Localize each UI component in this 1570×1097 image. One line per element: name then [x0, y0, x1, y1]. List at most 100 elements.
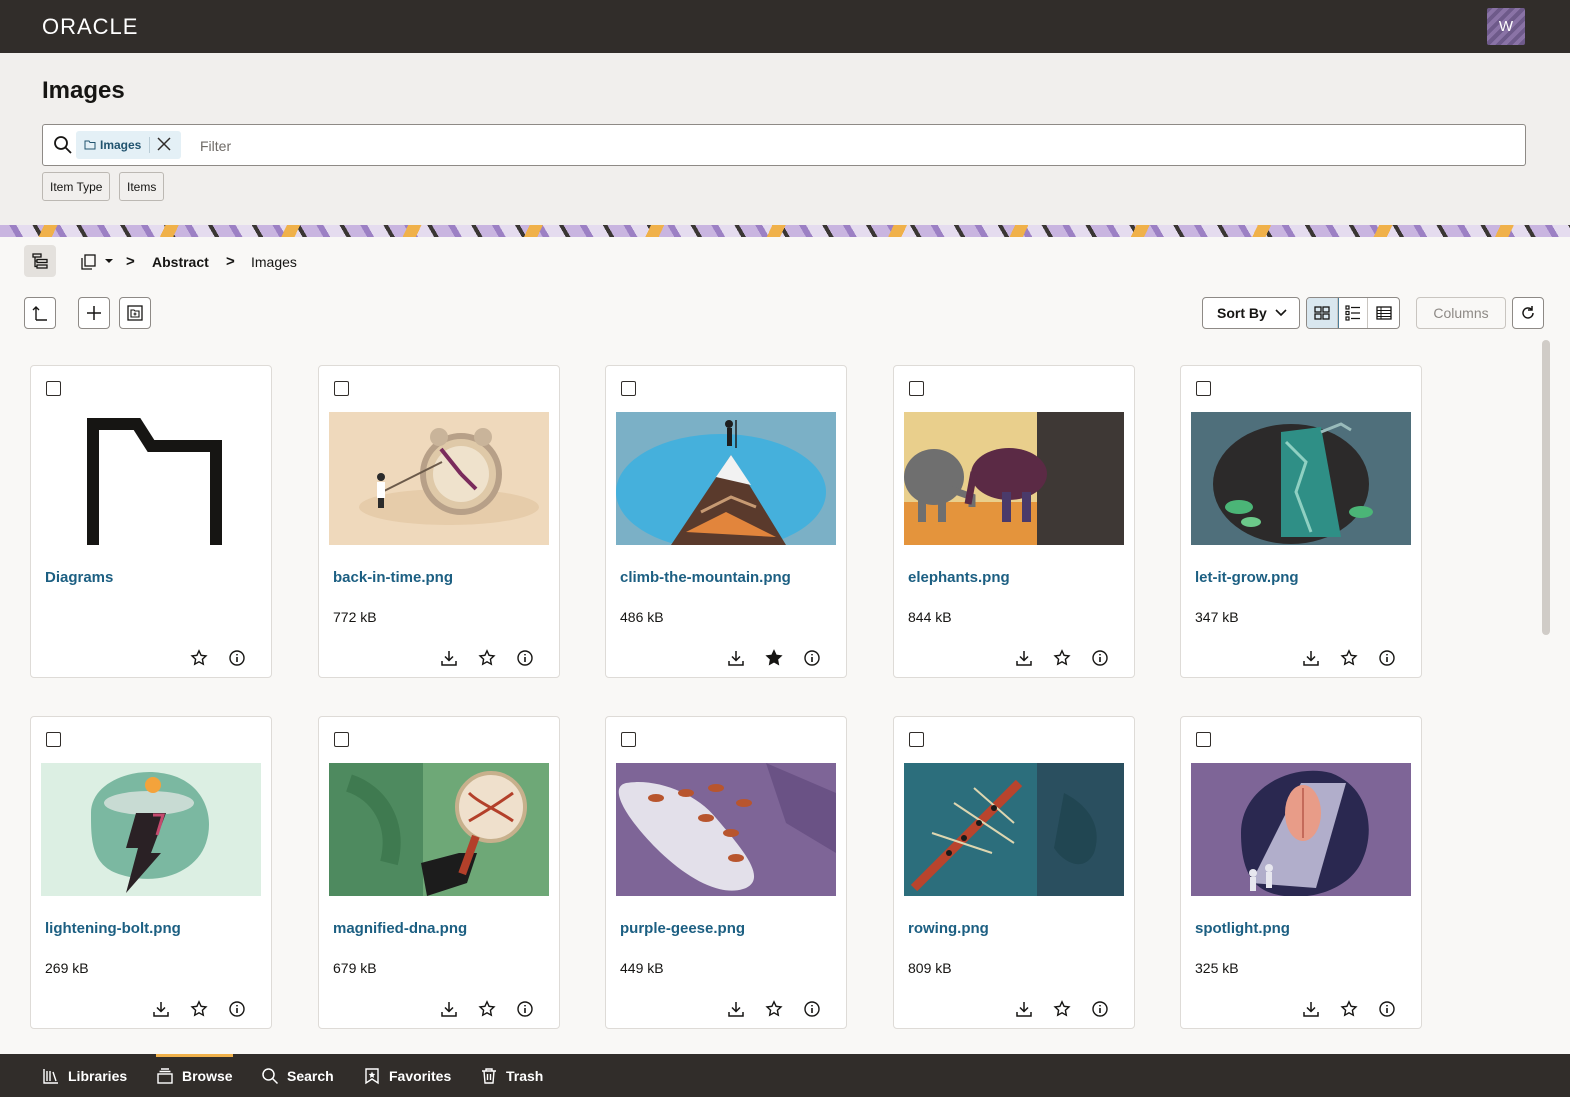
facet-items[interactable]: Items — [119, 172, 165, 201]
image-thumbnail[interactable] — [41, 763, 261, 896]
star-icon[interactable] — [190, 649, 208, 667]
image-thumbnail[interactable] — [1191, 412, 1411, 545]
info-icon[interactable] — [803, 649, 821, 667]
image-thumbnail[interactable] — [329, 412, 549, 545]
info-icon[interactable] — [516, 1000, 534, 1018]
info-icon[interactable] — [1378, 1000, 1396, 1018]
item-card[interactable]: climb-the-mountain.png 486 kB — [605, 365, 847, 678]
item-card[interactable]: spotlight.png 325 kB — [1180, 716, 1422, 1029]
item-card[interactable]: let-it-grow.png 347 kB — [1180, 365, 1422, 678]
tree-toggle-button[interactable] — [24, 245, 56, 277]
libraries-icon — [81, 254, 113, 270]
image-thumbnail[interactable] — [329, 763, 549, 896]
breadcrumb-abstract[interactable]: Abstract — [152, 254, 209, 270]
select-checkbox[interactable] — [621, 732, 636, 747]
close-icon[interactable] — [156, 136, 172, 152]
star-icon[interactable] — [478, 649, 496, 667]
download-icon[interactable] — [1302, 649, 1320, 667]
page-title: Images — [42, 77, 125, 104]
nav-search[interactable]: Search — [261, 1054, 334, 1097]
item-name[interactable]: magnified-dna.png — [333, 920, 467, 937]
columns-button[interactable]: Columns — [1416, 297, 1506, 329]
nav-libraries[interactable]: Libraries — [42, 1054, 127, 1097]
item-name[interactable]: back-in-time.png — [333, 569, 453, 586]
star-icon[interactable] — [1053, 1000, 1071, 1018]
select-checkbox[interactable] — [334, 732, 349, 747]
search-bar[interactable]: Images — [42, 124, 1526, 166]
select-checkbox[interactable] — [909, 381, 924, 396]
select-checkbox[interactable] — [1196, 381, 1211, 396]
breadcrumb-menu-button[interactable] — [80, 252, 116, 272]
star-icon[interactable] — [765, 1000, 783, 1018]
download-icon[interactable] — [1015, 649, 1033, 667]
item-card[interactable]: purple-geese.png 449 kB — [605, 716, 847, 1029]
info-icon[interactable] — [1378, 649, 1396, 667]
download-icon[interactable] — [1302, 1000, 1320, 1018]
table-icon — [1376, 306, 1392, 320]
info-icon[interactable] — [228, 1000, 246, 1018]
list-view-button[interactable] — [1338, 298, 1369, 328]
item-name[interactable]: rowing.png — [908, 920, 989, 937]
image-thumbnail[interactable] — [904, 763, 1124, 896]
download-icon[interactable] — [727, 1000, 745, 1018]
nav-browse[interactable]: Browse — [156, 1054, 233, 1097]
image-thumbnail[interactable] — [904, 412, 1124, 545]
download-icon[interactable] — [727, 649, 745, 667]
table-view-button[interactable] — [1368, 298, 1399, 328]
image-thumbnail[interactable] — [1191, 763, 1411, 896]
item-card[interactable]: rowing.png 809 kB — [893, 716, 1135, 1029]
item-card[interactable]: lightening-bolt.png 269 kB — [30, 716, 272, 1029]
info-icon[interactable] — [516, 649, 534, 667]
item-name[interactable]: Diagrams — [45, 569, 113, 586]
add-folder-icon — [127, 305, 143, 321]
star-filled-icon[interactable] — [765, 649, 783, 667]
image-thumbnail[interactable] — [616, 412, 836, 545]
item-name[interactable]: elephants.png — [908, 569, 1010, 586]
select-checkbox[interactable] — [621, 381, 636, 396]
item-name[interactable]: climb-the-mountain.png — [620, 569, 791, 586]
image-thumbnail[interactable] — [616, 763, 836, 896]
vertical-scrollbar[interactable] — [1542, 340, 1550, 635]
item-name[interactable]: let-it-grow.png — [1195, 569, 1299, 586]
filter-input[interactable] — [200, 133, 1500, 159]
item-name[interactable]: spotlight.png — [1195, 920, 1290, 937]
star-icon[interactable] — [1340, 1000, 1358, 1018]
nav-favorites[interactable]: Favorites — [363, 1054, 451, 1097]
download-icon[interactable] — [440, 649, 458, 667]
item-name[interactable]: lightening-bolt.png — [45, 920, 181, 937]
select-checkbox[interactable] — [1196, 732, 1211, 747]
item-card[interactable]: elephants.png 844 kB — [893, 365, 1135, 678]
grid-view-button[interactable] — [1307, 298, 1339, 328]
select-checkbox[interactable] — [909, 732, 924, 747]
sort-by-button[interactable]: Sort By — [1202, 297, 1300, 329]
select-checkbox[interactable] — [46, 732, 61, 747]
info-icon[interactable] — [228, 649, 246, 667]
info-icon[interactable] — [1091, 1000, 1109, 1018]
item-card[interactable]: magnified-dna.png 679 kB — [318, 716, 560, 1029]
item-name[interactable]: purple-geese.png — [620, 920, 745, 937]
refresh-button[interactable] — [1512, 297, 1544, 329]
item-size: 772 kB — [333, 609, 377, 625]
item-card[interactable]: back-in-time.png 772 kB — [318, 365, 560, 678]
add-button[interactable] — [78, 297, 110, 329]
select-checkbox[interactable] — [46, 381, 61, 396]
star-icon[interactable] — [190, 1000, 208, 1018]
new-folder-button[interactable] — [119, 297, 151, 329]
download-icon[interactable] — [1015, 1000, 1033, 1018]
select-checkbox[interactable] — [334, 381, 349, 396]
info-icon[interactable] — [803, 1000, 821, 1018]
facet-item-type[interactable]: Item Type — [42, 172, 111, 201]
star-icon[interactable] — [478, 1000, 496, 1018]
info-icon[interactable] — [1091, 649, 1109, 667]
list-icon — [1344, 305, 1360, 321]
download-icon[interactable] — [152, 1000, 170, 1018]
item-card[interactable]: Diagrams — [30, 365, 272, 678]
go-up-button[interactable] — [24, 297, 56, 329]
star-icon[interactable] — [1053, 649, 1071, 667]
nav-trash[interactable]: Trash — [480, 1054, 543, 1097]
download-icon[interactable] — [440, 1000, 458, 1018]
folder-icon — [84, 140, 96, 150]
user-avatar[interactable]: W — [1487, 8, 1525, 45]
star-icon[interactable] — [1340, 649, 1358, 667]
oracle-logo[interactable]: ORACLE — [42, 14, 138, 40]
